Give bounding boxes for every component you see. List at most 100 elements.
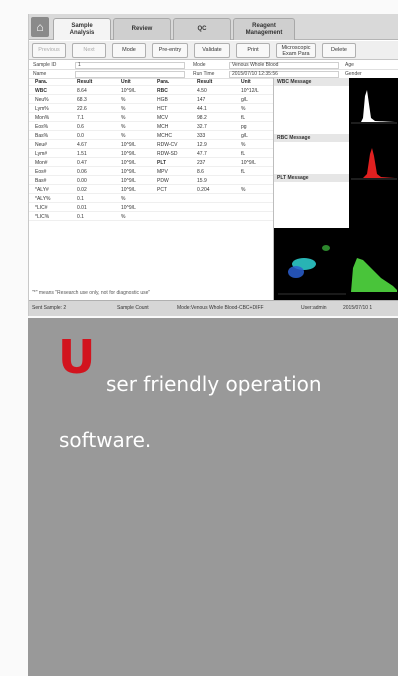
rbc-message-header: RBC Message [274,134,350,142]
tab-qc[interactable]: QC [173,18,231,40]
print-button[interactable]: Print [236,43,270,58]
microscopic-exam-button[interactable]: Microscopic Exam Para [276,43,316,58]
run-time-label: Run Time [193,71,215,77]
column-header-result: Result [197,79,213,85]
table-row: Bas% 0.0% MCHC 333 g/L [29,132,273,140]
cell-result: 0.01 [77,205,87,211]
parameter-table: Para. Result Unit Para. Result Unit WBC 8… [29,78,273,288]
tab-label: Reagent [252,23,276,29]
cell-para: WBC [35,88,47,94]
cell-result: 333 [197,133,206,139]
table-row: Neu% 68.3% HGB 147 g/L [29,96,273,104]
sample-id-field[interactable]: 1 [75,62,185,69]
cell-result: 47.7 [197,151,207,157]
table-row: Eos# 0.06 10^9/L MPV 8.6 fL [29,168,273,176]
cell-para: PLT [157,160,167,166]
histogram-graphs [351,90,397,180]
user-status: User:admin [301,305,327,311]
tab-reagent-management[interactable]: Reagent Management [233,18,295,40]
table-row: Mon% 7.1% MCV 98.2 fL [29,114,273,122]
cell-unit: % [241,187,246,193]
cell-unit: 10^9/L [121,88,136,94]
headline-initial: U [58,330,96,384]
cell-para: MCV [157,115,169,121]
tab-sample-analysis[interactable]: Sample Analysis [53,18,111,40]
table-row: *ALY% 0.1% [29,195,273,203]
column-header-para: Para. [35,79,48,85]
cell-para: Lym# [35,151,48,157]
name-field[interactable] [75,71,185,78]
cell-para: RDW-SD [157,151,178,157]
tab-label: QC [197,26,207,32]
tab-label: Review [131,26,153,32]
table-row: Lym# 1.51 10^9/L RDW-SD 47.7 fL [29,150,273,158]
pre-entry-button[interactable]: Pre-entry [152,43,188,58]
table-row: *LIC# 0.01 10^9/L [29,204,273,212]
cell-para: MCH [157,124,169,130]
cell-para: Neu# [35,142,47,148]
tab-review[interactable]: Review [113,18,171,40]
cell-unit: % [241,106,246,112]
cell-unit: % [121,133,126,139]
table-row: Eos% 0.6% MCH 32.7 pg [29,123,273,131]
cell-para: HCT [157,106,168,112]
cell-para: Mon% [35,115,50,121]
histogram-column [349,78,398,228]
cell-result: 15.9 [197,178,207,184]
cell-result: 0.6 [77,124,84,130]
tab-label: Analysis [69,30,95,36]
cell-unit: 10^9/L [121,187,136,193]
mode-button[interactable]: Mode [112,43,146,58]
next-button[interactable]: Next [72,43,106,58]
cell-unit: 10^9/L [121,151,136,157]
mode-field[interactable]: Venous Whole Blood [229,62,339,69]
table-row: WBC 8.64 10^9/L RBC 4.50 10^12/L [29,87,273,95]
cell-para: PDW [157,178,169,184]
cell-result: 68.3 [77,97,87,103]
cell-result: 0.00 [77,178,87,184]
cell-unit: 10^9/L [121,178,136,184]
cell-unit: g/L [241,133,248,139]
page: ⌂ Sample Analysis Review QC Reagent Mana… [0,0,398,676]
cell-para: RBC [157,88,168,94]
sent-sample-status: Sent Sample: 2 [32,305,67,311]
cell-unit: pg [241,124,247,130]
rbc-histogram [353,148,395,178]
cell-result: 22.6 [77,106,87,112]
cell-result: 44.1 [197,106,207,112]
cell-unit: 10^9/L [121,205,136,211]
cell-result: 0.0 [77,133,84,139]
cell-result: 0.1 [77,196,84,202]
home-icon[interactable]: ⌂ [31,17,49,37]
cell-para: PCT [157,187,167,193]
cell-result: 8.6 [197,169,204,175]
sample-id-label: Sample ID [33,62,57,68]
cell-para: Lym% [35,106,49,112]
promo-panel: U ser friendly operation software. [28,318,398,676]
table-row: Mon# 0.47 10^9/L PLT 237 10^9/L [29,159,273,167]
plt-message-header: PLT Message [274,174,350,182]
cell-unit: 10^9/L [241,160,256,166]
plt-histogram-panel [349,228,398,300]
delete-button[interactable]: Delete [322,43,356,58]
plt-histogram [351,258,397,292]
previous-button[interactable]: Previous [32,43,66,58]
cell-result: 0.06 [77,169,87,175]
cell-unit: % [121,97,126,103]
table-row: Bas# 0.00 10^9/L PDW 15.9 [29,177,273,185]
tab-label: Sample [71,23,93,29]
cell-result: 8.64 [77,88,87,94]
validate-button[interactable]: Validate [194,43,230,58]
status-bar: Sent Sample: 2 Sample Count Mode:Venous … [29,300,398,316]
cell-result: 237 [197,160,206,166]
cell-unit: 10^9/L [121,169,136,175]
table-header: Para. Result Unit Para. Result Unit [29,78,273,86]
toolbar: Previous Next Mode Pre-entry Validate Pr… [29,41,398,60]
cell-result: 0.204 [197,187,210,193]
cell-unit: % [121,124,126,130]
scatter-cluster-blue [288,266,304,278]
cell-para: Mon# [35,160,48,166]
cell-unit: fL [241,151,246,157]
cell-unit: % [121,115,126,121]
scattergram-plot [278,245,346,295]
